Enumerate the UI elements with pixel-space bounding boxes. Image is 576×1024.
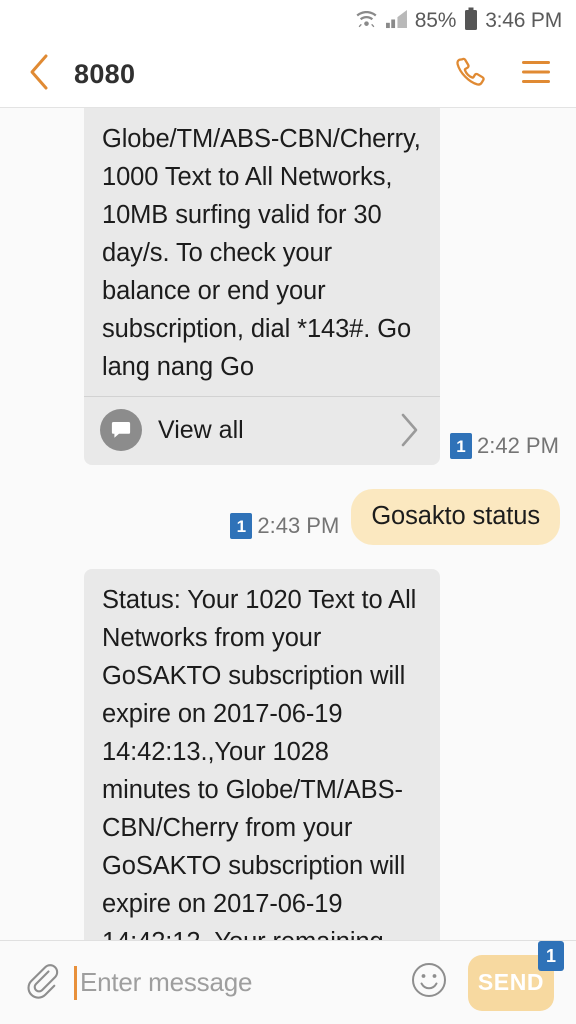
conversation-thread[interactable]: Globe/TM/ABS-CBN/Cherry, 1000 Text to Al… (0, 108, 576, 940)
message-bubble-incoming-1[interactable]: Globe/TM/ABS-CBN/Cherry, 1000 Text to Al… (84, 108, 440, 465)
message-bubble-outgoing-2[interactable]: Gosakto status (351, 489, 560, 545)
message-text: Gosakto status (371, 502, 540, 530)
message-row-outgoing-2: 1 2:43 PM Gosakto status (16, 489, 560, 545)
smiley-face-icon (408, 959, 450, 1006)
message-text: Status: Your 1020 Text to All Networks f… (102, 586, 417, 940)
message-bubble-icon (100, 409, 142, 451)
chevron-right-icon (398, 412, 420, 448)
message-bubble-incoming-3[interactable]: Status: Your 1020 Text to All Networks f… (84, 569, 440, 940)
clock-time: 3:46 PM (485, 9, 562, 32)
app-bar-actions (452, 57, 554, 93)
hamburger-menu-icon (520, 59, 552, 90)
sim-badge: 1 (230, 513, 253, 539)
battery-icon (464, 7, 478, 36)
sim-badge: 1 (450, 433, 472, 459)
wifi-icon (355, 8, 378, 34)
view-all-label: View all (158, 415, 244, 444)
phone-call-icon (453, 55, 487, 94)
view-all-button-1[interactable]: View all (84, 396, 440, 465)
more-options-button[interactable] (518, 57, 554, 93)
back-chevron-icon (26, 53, 52, 96)
message-text: Globe/TM/ABS-CBN/Cherry, 1000 Text to Al… (102, 125, 428, 381)
cellular-signal-icon (385, 9, 408, 34)
message-row-incoming-1: Globe/TM/ABS-CBN/Cherry, 1000 Text to Al… (16, 108, 560, 465)
send-sim-badge: 1 (538, 940, 564, 971)
emoji-button[interactable] (404, 958, 454, 1008)
message-row-incoming-3: Status: Your 1020 Text to All Networks f… (16, 569, 560, 940)
app-bar: 8080 (0, 42, 576, 108)
page-title: 8080 (74, 59, 136, 89)
message-input[interactable]: Enter message (74, 959, 404, 1007)
battery-percentage: 85% (414, 9, 457, 32)
message-meta-1: 1 2:42 PM (450, 433, 559, 465)
status-bar-indicators: 85% 3:46 PM (355, 7, 562, 36)
paperclip-icon (22, 960, 62, 1005)
message-meta-2: 1 2:43 PM (230, 513, 339, 545)
message-timestamp: 2:43 PM (257, 513, 340, 538)
call-button[interactable] (452, 57, 488, 93)
text-cursor (74, 965, 77, 1000)
status-bar: 85% 3:46 PM (0, 0, 576, 42)
back-button[interactable] (26, 53, 60, 96)
attach-button[interactable] (18, 959, 66, 1007)
send-button-wrapper: SEND 1 (468, 940, 564, 1011)
message-timestamp: 2:42 PM (477, 433, 559, 458)
messaging-app-screen: 85% 3:46 PM 8080 Globe/TM/ABS-CBN/Cherry… (0, 0, 576, 1024)
message-composer: Enter message SEND 1 (0, 940, 576, 1024)
message-input-placeholder: Enter message (80, 967, 253, 997)
